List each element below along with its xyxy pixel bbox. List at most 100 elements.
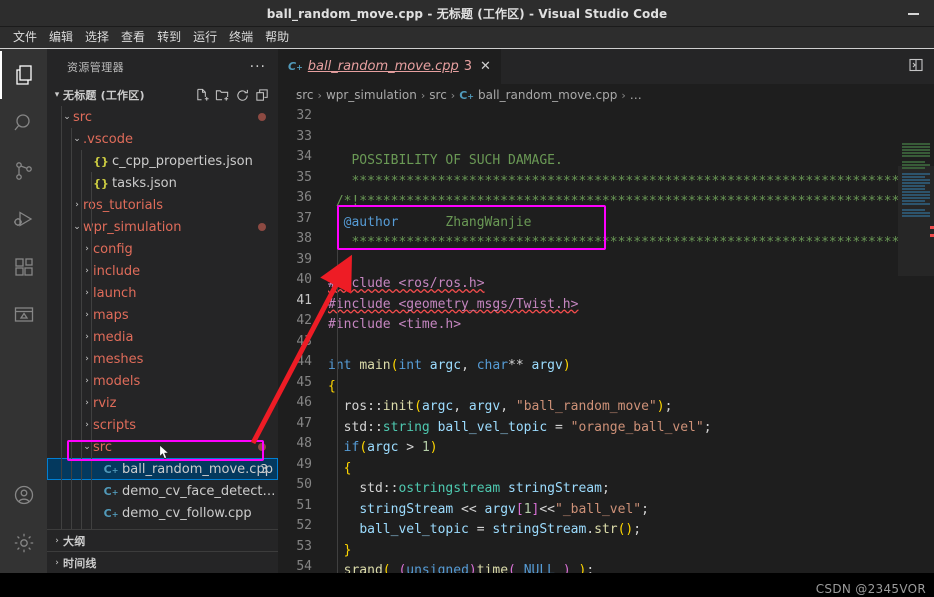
menu-help[interactable]: 帮助 — [259, 28, 295, 47]
minimap-line — [902, 200, 926, 202]
file-tree[interactable]: ⌄ src ⌄ .vscode{} c_cpp_properties.json{} tas… — [47, 106, 278, 529]
code-token: /*!*************************************… — [328, 194, 898, 209]
breadcrumb-item-2[interactable]: src — [429, 88, 447, 102]
line-number: 50 — [296, 477, 312, 492]
new-file-icon[interactable] — [195, 88, 210, 103]
minimap-line — [902, 197, 930, 199]
code-content[interactable]: POSSIBILITY OF SUCH DAMAGE. ************… — [324, 106, 898, 573]
activity-source-control[interactable] — [0, 147, 47, 195]
activity-settings[interactable] — [0, 519, 47, 567]
new-folder-icon[interactable] — [215, 88, 230, 103]
window-title: ball_random_move.cpp - 无标题 (工作区) - Visua… — [266, 6, 668, 21]
menu-run[interactable]: 运行 — [187, 28, 223, 47]
breadcrumb-item-3[interactable]: ball_random_move.cpp — [478, 88, 617, 102]
line-number: 44 — [296, 354, 312, 369]
tab-ball-random-move-cpp[interactable]: C+ ball_random_move.cpp 3 ✕ — [278, 49, 502, 84]
code-editor[interactable]: 32 33 34 35 36 37 38 39 40 41 42 43 44 45 46 47 48 49 50 51… — [278, 106, 934, 573]
code-line[interactable]: srand( (unsigned)time( NULL ) ); — [328, 561, 898, 573]
code-line[interactable]: if(argc > 1) — [328, 438, 898, 459]
code-line[interactable]: ball_vel_topic = stringStream.str(); — [328, 520, 898, 541]
minimap-line — [902, 164, 930, 166]
minimap-line — [902, 152, 930, 154]
editor-scrollbar[interactable] — [930, 106, 934, 573]
tree-item-label: ros_tutorials — [83, 197, 163, 213]
minimap-line — [902, 215, 930, 217]
code-token: str — [594, 522, 618, 537]
activity-remote-explorer[interactable] — [0, 291, 47, 339]
activity-extensions[interactable] — [0, 243, 47, 291]
code-line[interactable] — [328, 336, 898, 357]
code-token: :: — [367, 399, 383, 414]
line-number: 42 — [296, 313, 312, 328]
code-line[interactable]: } — [328, 541, 898, 562]
code-line[interactable]: { — [328, 377, 898, 398]
sidebar-footer: › 大纲 › 时间线 — [47, 529, 278, 573]
activity-search[interactable] — [0, 99, 47, 147]
tree-item-label: src — [93, 439, 112, 455]
tree-item[interactable]: ⌄ .vscode — [47, 128, 278, 150]
activity-account[interactable] — [0, 471, 47, 519]
breadcrumb-item-4[interactable]: … — [630, 88, 642, 102]
code-line[interactable]: /*!*************************************… — [328, 192, 898, 213]
sidebar-more-actions-icon[interactable]: ··· — [250, 59, 270, 75]
code-token: ball_vel_topic — [437, 419, 548, 435]
line-number: 41 — [296, 292, 312, 308]
menu-selection[interactable]: 选择 — [79, 28, 115, 47]
code-line[interactable]: #include <geometry_msgs/Twist.h> — [328, 295, 898, 316]
code-line[interactable]: int main(int argc, char** argv) — [328, 356, 898, 377]
menu-terminal[interactable]: 终端 — [223, 28, 259, 47]
code-token: ****************************************… — [328, 235, 898, 250]
minimap-line — [902, 179, 930, 181]
line-number: 51 — [296, 497, 312, 513]
code-line[interactable]: ros::init(argc, argv, "ball_random_move"… — [328, 397, 898, 418]
line-number: 37 — [296, 210, 312, 226]
minimap-line — [902, 206, 916, 208]
code-line[interactable]: { — [328, 459, 898, 480]
code-line[interactable]: #include <time.h> — [328, 315, 898, 336]
menu-edit[interactable]: 编辑 — [43, 28, 79, 47]
chevron-down-icon[interactable]: ⌄ — [61, 112, 73, 122]
line-number: 36 — [296, 190, 312, 205]
tree-item[interactable]: ⌄ src — [47, 106, 278, 128]
code-line[interactable]: ****************************************… — [328, 233, 898, 254]
menu-go[interactable]: 转到 — [151, 28, 187, 47]
tree-indent-guide — [81, 150, 82, 529]
code-token: ; — [586, 563, 595, 573]
minimap-line — [902, 146, 930, 148]
tree-item-label: rviz — [93, 395, 117, 411]
minimize-button[interactable] — [898, 4, 928, 24]
collapse-all-icon[interactable] — [255, 88, 270, 103]
sidebar-section-outline[interactable]: › 大纲 — [47, 529, 278, 551]
tree-item-label: launch — [93, 285, 137, 301]
code-line[interactable]: stringStream << argv[1]<<"_ball_vel"; — [328, 500, 898, 521]
activity-explorer[interactable] — [0, 51, 47, 99]
code-token: ; — [633, 522, 642, 537]
breadcrumb-item-1[interactable]: wpr_simulation — [326, 88, 417, 102]
minimize-icon — [907, 12, 919, 15]
minimap[interactable] — [898, 106, 934, 573]
refresh-icon[interactable] — [235, 88, 250, 103]
code-line[interactable]: POSSIBILITY OF SUCH DAMAGE. — [328, 151, 898, 172]
split-editor-icon[interactable] — [908, 57, 924, 76]
tree-item-problem-count: 3 — [260, 462, 268, 476]
activity-run-debug[interactable] — [0, 195, 47, 243]
workspace-section-header[interactable]: ▾ 无标题 (工作区) — [47, 84, 278, 106]
code-line[interactable]: std::string ball_vel_topic = "orange_bal… — [328, 418, 898, 439]
code-line[interactable]: ****************************************… — [328, 172, 898, 193]
code-line[interactable] — [328, 254, 898, 275]
code-token: } — [343, 542, 352, 558]
breadcrumb-item-0[interactable]: src — [296, 88, 314, 102]
code-line[interactable]: #include <ros/ros.h> — [328, 274, 898, 295]
code-line[interactable]: @author ZhangWanjie — [328, 213, 898, 234]
code-token: ) — [468, 563, 477, 573]
code-line[interactable]: std::ostringstream stringStream; — [328, 479, 898, 500]
sidebar-section-timeline[interactable]: › 时间线 — [47, 551, 278, 573]
chevron-down-icon[interactable]: ⌄ — [71, 134, 83, 144]
tab-close-icon[interactable]: ✕ — [480, 59, 491, 74]
menu-file[interactable]: 文件 — [7, 28, 43, 47]
line-number: 34 — [296, 149, 312, 164]
menu-view[interactable]: 查看 — [115, 28, 151, 47]
